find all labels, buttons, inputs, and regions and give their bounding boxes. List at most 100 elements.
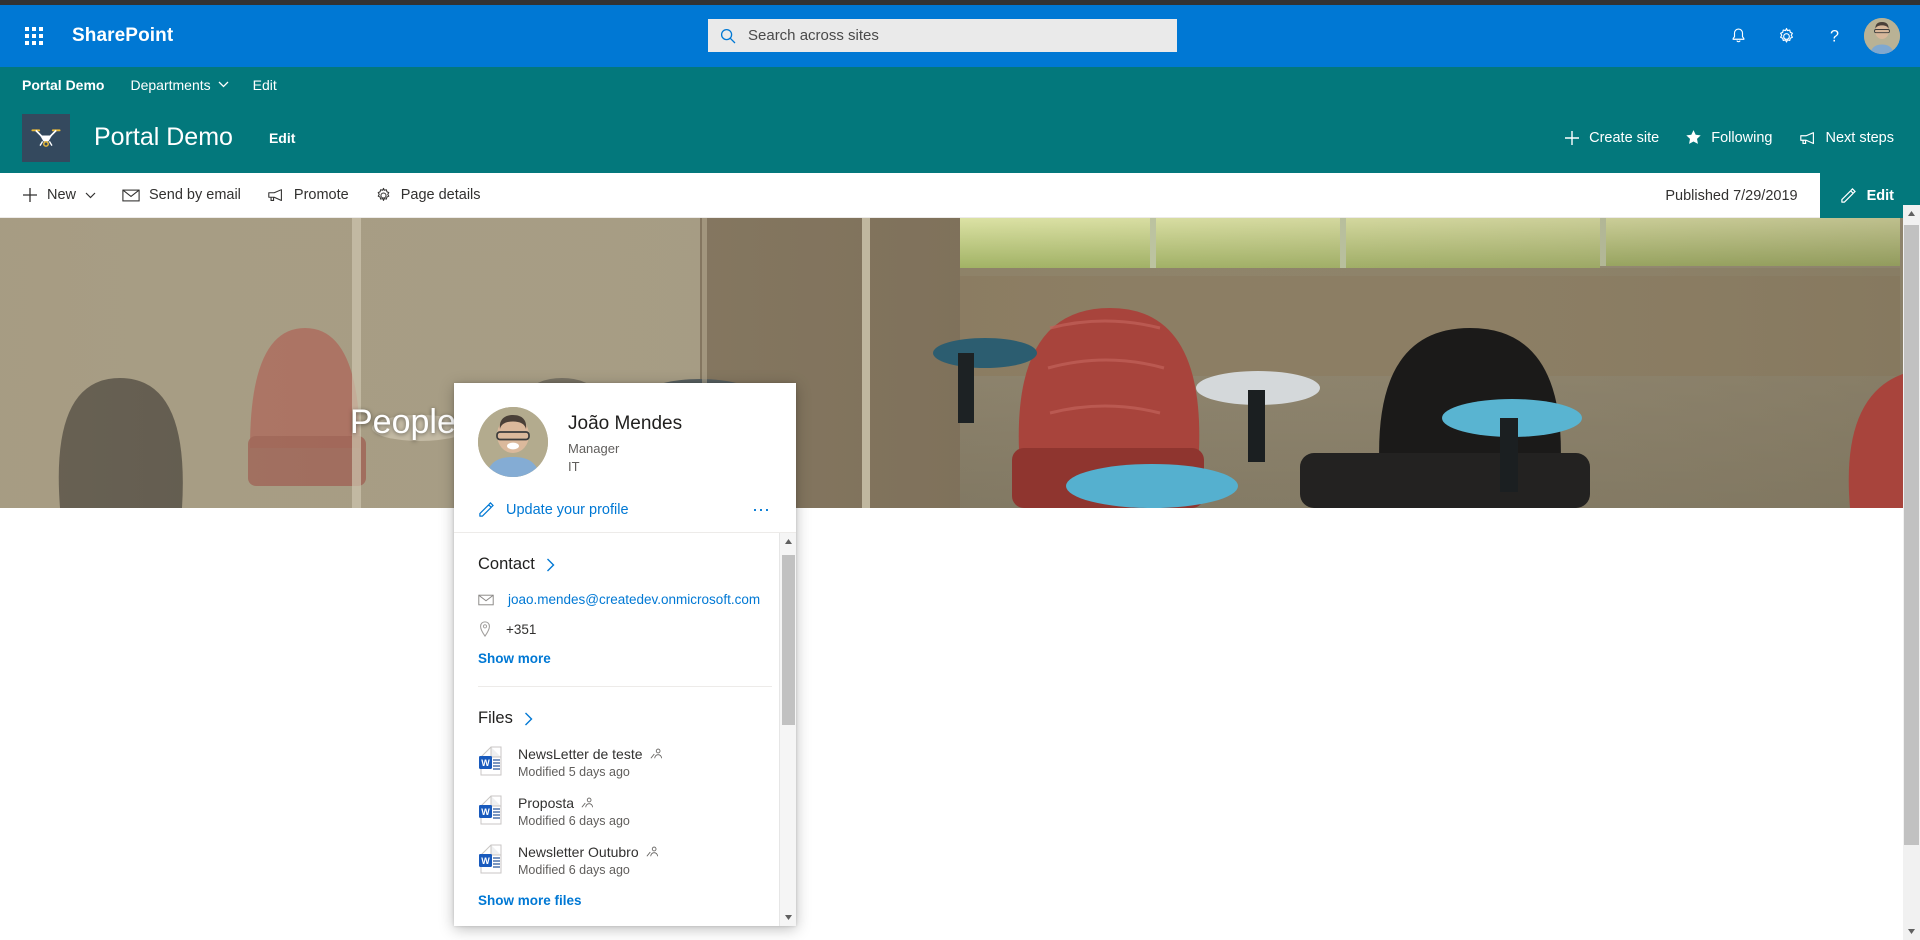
suite-actions: ? [1714,5,1912,67]
edit-page-label: Edit [1866,187,1894,204]
gear-icon [377,187,389,201]
update-profile-label: Update your profile [506,501,629,518]
new-button[interactable]: New [22,173,96,217]
persona-card-scroll-region: Contact joao.mendes@createdev.onmicrosof… [454,532,796,926]
send-by-email-button[interactable]: Send by email [122,173,241,217]
new-label: New [47,187,77,203]
site-navigation-bar: Portal Demo Departments Edit [0,67,1920,102]
send-by-email-label: Send by email [149,187,241,203]
next-steps-button[interactable]: Next steps [1799,129,1895,146]
megaphone-icon [1799,131,1814,144]
promote-button[interactable]: Promote [267,173,349,217]
file-meta: Newsletter Outubro Modified 6 days ago [518,844,658,877]
scroll-down-arrow-icon[interactable] [1903,923,1920,940]
files-show-more-link[interactable]: Show more files [478,893,772,924]
contact-section-header[interactable]: Contact [478,555,772,574]
svg-text:W: W [481,807,490,817]
file-name: NewsLetter de teste [518,746,643,762]
word-doc-icon: W [479,746,502,776]
site-nav-home[interactable]: Portal Demo [22,77,104,93]
scroll-up-arrow-icon[interactable] [1903,205,1920,222]
chevron-right-icon [546,558,555,571]
persona-card-popup: João Mendes Manager IT Update your profi… [454,383,796,926]
site-header-edit-link[interactable]: Edit [269,130,295,146]
plus-icon [23,188,37,202]
following-button[interactable]: Following [1685,129,1773,146]
page-hero-banner: People [0,218,1920,508]
file-modified: Modified 6 days ago [518,814,630,828]
files-heading: Files [478,709,513,727]
file-name: Proposta [518,795,575,811]
file-modified: Modified 5 days ago [518,765,630,779]
scrollbar-thumb[interactable] [1904,225,1919,845]
page-details-button[interactable]: Page details [375,173,481,217]
persona-job-title: Manager [568,441,620,456]
contact-heading: Contact [478,555,535,573]
suite-search-box[interactable] [708,19,1177,52]
page-body: Search for [0,508,1920,940]
file-name-row: Newsletter Outubro [518,844,658,860]
persona-action-row: Update your profile ⋯ [478,501,772,532]
page-command-bar: New Send by email Promote Page details P… [0,173,1920,218]
pencil-icon [479,502,494,517]
drone-logo-icon[interactable] [22,113,70,162]
file-modified: Modified 6 days ago [518,863,630,877]
create-site-label: Create site [1589,129,1660,146]
chevron-down-icon [218,81,229,88]
file-name-row: Proposta [518,795,630,811]
contact-email-value[interactable]: joao.mendes@createdev.onmicrosoft.com [508,592,760,607]
help-question-icon[interactable]: ? [1810,12,1858,60]
site-title[interactable]: Portal Demo [94,123,233,152]
hero-background-image [0,218,1920,508]
section-divider [478,686,772,687]
search-input[interactable] [748,27,1165,44]
shared-person-icon [650,748,662,759]
file-list-item[interactable]: W Newsletter Outubro Modified 6 days ago [478,844,772,877]
shared-person-icon [581,797,594,808]
chevron-right-icon [524,712,533,725]
word-doc-icon: W [479,844,502,874]
location-pin-icon [480,621,490,637]
file-name-row: NewsLetter de teste [518,746,662,762]
browser-scrollbar[interactable] [1903,205,1920,940]
persona-card-scrollbar[interactable] [779,533,796,926]
persona-name: João Mendes [568,413,683,434]
file-meta: NewsLetter de teste Modified 5 days ago [518,746,662,779]
following-label: Following [1711,129,1773,146]
contact-show-more-link[interactable]: Show more [478,651,772,666]
settings-gear-icon[interactable] [1762,12,1810,60]
mail-icon [122,189,140,201]
waffle-grid-icon[interactable] [10,12,58,60]
sharepoint-brand[interactable]: SharePoint [72,25,173,47]
notification-bell-icon[interactable] [1714,12,1762,60]
contact-email-row[interactable]: joao.mendes@createdev.onmicrosoft.com [478,592,772,607]
scroll-down-arrow-icon[interactable] [780,909,796,926]
word-doc-icon: W [479,795,502,825]
next-steps-label: Next steps [1825,129,1895,146]
site-header: Portal Demo Edit Create site Following N… [0,102,1920,173]
search-icon [720,28,736,44]
file-list-item[interactable]: W NewsLetter de teste Modified 5 days ag… [478,746,772,779]
ellipsis-icon[interactable]: ⋯ [752,501,772,519]
update-profile-button[interactable]: Update your profile [478,501,629,518]
mail-icon [478,594,494,605]
scroll-up-arrow-icon[interactable] [780,533,796,550]
file-meta: Proposta Modified 6 days ago [518,795,630,828]
files-section-header[interactable]: Files [478,709,772,728]
contact-phone-value: +351 [506,621,537,637]
svg-text:?: ? [1830,27,1839,45]
site-nav-item-label: Departments [130,76,211,93]
persona-card-header: João Mendes Manager IT Update your profi… [454,383,796,532]
account-avatar[interactable] [1864,18,1900,54]
site-nav-item-departments[interactable]: Departments [130,76,229,93]
file-name: Newsletter Outubro [518,844,639,860]
create-site-button[interactable]: Create site [1564,130,1659,146]
pencil-icon [1840,188,1856,203]
publish-status: Published 7/29/2019 [1665,187,1798,204]
scrollbar-thumb[interactable] [782,555,795,725]
site-nav-item-edit[interactable]: Edit [253,77,277,93]
svg-text:W: W [481,758,490,768]
contact-phone-row: +351 [478,621,772,637]
file-list-item[interactable]: W Proposta Modified 6 days ago [478,795,772,828]
command-bar-right: Published 7/29/2019 Edit [1665,173,1920,218]
